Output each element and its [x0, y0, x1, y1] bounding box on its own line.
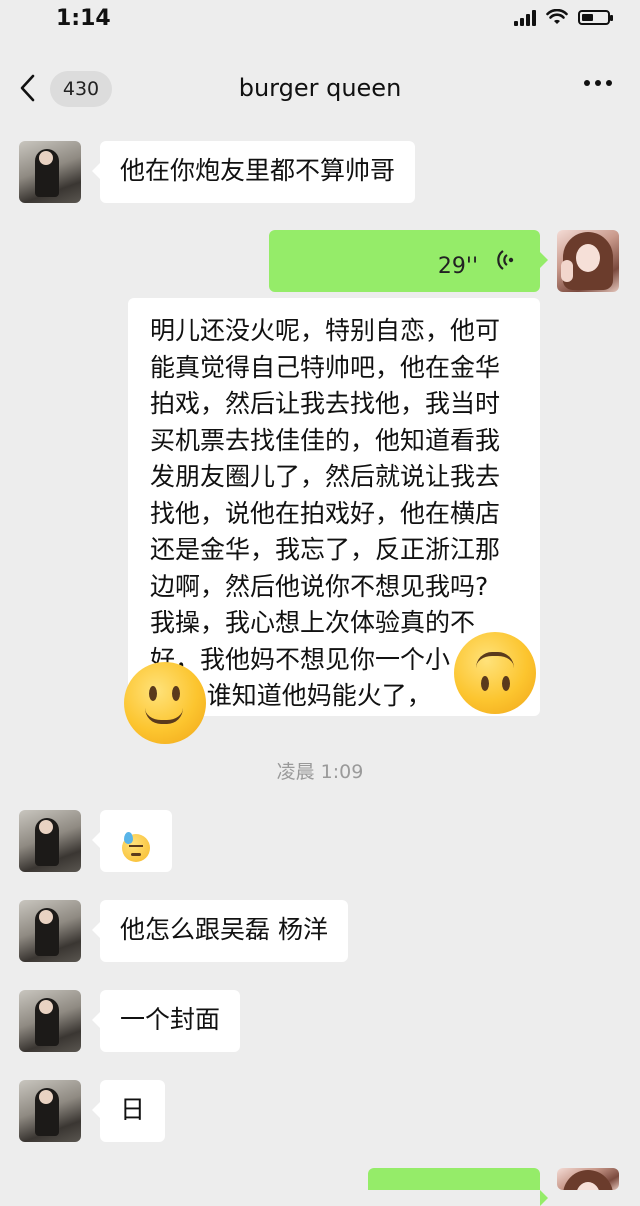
transcript-line: 我操，我心想上次体验真的不 [150, 608, 476, 637]
battery-icon [578, 10, 613, 25]
message-bubble[interactable]: 一个封面 [91, 990, 241, 1052]
transcript-line: 发朋友圈儿了，然后就说让我去 [150, 462, 501, 491]
transcript-line: 能真觉得自己特帅吧，他在金华 [150, 352, 501, 382]
status-bar: 1:14 [0, 0, 640, 44]
voice-duration: 29'' [437, 254, 478, 279]
contact-avatar[interactable] [19, 900, 81, 962]
message-bubble[interactable]: 他在你炮友里都不算帅哥 [91, 141, 416, 203]
transcript-line: 买机票去找佳佳的，他知道看我 [150, 425, 501, 455]
message-bubble[interactable]: 他怎么跟吴磊 杨洋 [92, 900, 348, 962]
self-avatar[interactable] [557, 230, 619, 292]
contact-avatar[interactable] [19, 1080, 81, 1142]
emoji-message-bubble[interactable] [92, 810, 172, 872]
downcast-sweat-icon [122, 827, 150, 867]
transcript-line: 找他，说他在拍戏好，他在横店 [150, 498, 501, 528]
battery-fill [582, 14, 593, 21]
contact-avatar[interactable] [19, 810, 81, 872]
chat-title: burger queen [238, 74, 402, 102]
voice-message-bubble[interactable]: 29'' [269, 230, 548, 292]
slightly-smiling-face-icon [124, 662, 206, 744]
cellular-signal-icon [514, 9, 536, 26]
message-timestamp: 凌晨 1:09 [276, 761, 364, 783]
message-bubble[interactable] [368, 1168, 548, 1206]
transcript-line: 还是金华，我忘了，反正浙江那 [150, 535, 501, 564]
contact-avatar[interactable] [19, 141, 81, 203]
voice-wave-icon [496, 245, 514, 285]
message-bubble[interactable]: 日 [91, 1080, 166, 1142]
transcript-line: 明儿还没火呢，特别自恋，他可 [150, 316, 501, 345]
message-text: 他怎么跟吴磊 杨洋 [120, 915, 328, 944]
ellipsis-icon[interactable] [582, 68, 614, 105]
message-text: 日 [120, 1095, 146, 1124]
chat-header: 430 burger queen [0, 58, 640, 120]
transcript-line: 拍戏，然后让我去找他，我当时 [150, 389, 501, 418]
upside-down-face-icon [454, 632, 536, 714]
message-text: 一个封面 [120, 1005, 221, 1034]
status-time: 1:14 [56, 6, 111, 31]
status-icons [514, 9, 613, 26]
message-text: 他在你炮友里都不算帅哥 [120, 156, 396, 185]
transcript-line: 边啊，然后他说你不想见我吗? [150, 571, 489, 601]
contact-avatar[interactable] [19, 990, 81, 1052]
self-avatar[interactable] [557, 1168, 619, 1190]
wifi-icon [546, 9, 568, 24]
